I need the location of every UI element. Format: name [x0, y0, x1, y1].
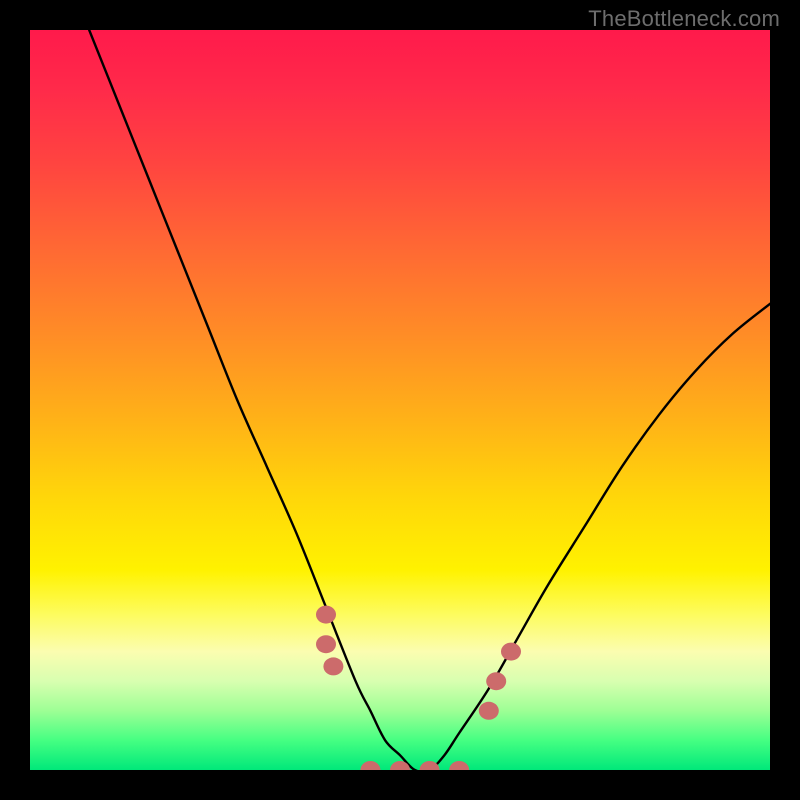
plot-area [30, 30, 770, 770]
bottleneck-curve [89, 30, 770, 770]
marker-point [316, 635, 336, 653]
marker-point [316, 606, 336, 624]
watermark-text: TheBottleneck.com [588, 6, 780, 32]
curve-svg [30, 30, 770, 770]
highlight-markers [316, 606, 521, 770]
chart-frame: TheBottleneck.com [0, 0, 800, 800]
marker-point [501, 643, 521, 661]
marker-point [486, 672, 506, 690]
marker-point [449, 761, 469, 770]
marker-point [323, 657, 343, 675]
marker-point [360, 761, 380, 770]
marker-point [479, 702, 499, 720]
marker-point [420, 761, 440, 770]
